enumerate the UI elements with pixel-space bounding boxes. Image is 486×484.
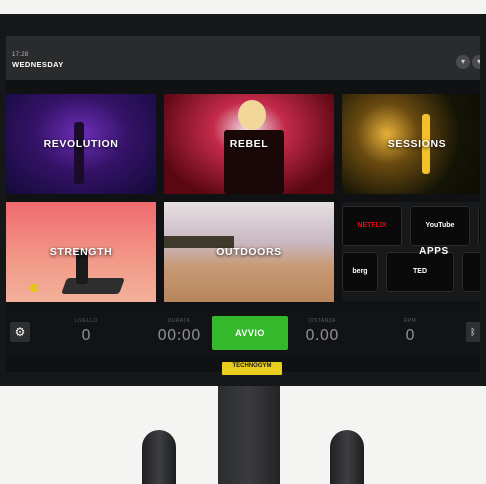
metric-caption: LIVELLO	[74, 318, 98, 324]
chevron-down-icon[interactable]: ▾	[456, 55, 470, 69]
app-berg[interactable]: berg	[342, 252, 378, 292]
app-youtube[interactable]: YouTube	[410, 206, 470, 246]
metric-value: 00:00	[157, 326, 201, 344]
touch-screen: 17:28 WEDNESDAY ▾ ▾ REVOLUTION REBEL SES…	[6, 36, 480, 372]
rider-head	[238, 100, 266, 130]
tile-apps[interactable]: NETFLIX YouTube berg TED APPS	[342, 202, 480, 302]
tile-outdoors[interactable]: OUTDOORS	[164, 202, 334, 302]
console-stem	[218, 386, 280, 484]
metric-level: LIVELLO 0	[66, 318, 106, 344]
metric-value: 0.00	[305, 326, 339, 344]
app-netflix[interactable]: NETFLIX	[342, 206, 402, 246]
tile-revolution[interactable]: REVOLUTION	[6, 94, 156, 194]
top-bar: 17:28 WEDNESDAY ▾ ▾	[6, 36, 480, 80]
metric-distance: DISTANZA 0.00	[302, 318, 342, 344]
app-ted[interactable]: TED	[386, 252, 454, 292]
tile-label: OUTDOORS	[216, 246, 282, 258]
weekday-label: WEDNESDAY	[12, 60, 64, 69]
kettlebell	[30, 284, 38, 292]
app-tile-extra[interactable]	[478, 206, 480, 246]
tile-strength[interactable]: STRENGTH	[6, 202, 156, 302]
tile-label: REVOLUTION	[43, 138, 119, 150]
metric-value: 0	[405, 326, 415, 344]
tile-sessions[interactable]: SESSIONS	[342, 94, 480, 194]
metric-caption: RPM	[403, 318, 417, 324]
gear-icon[interactable]: ⚙	[10, 322, 30, 342]
instructor-figure	[74, 122, 84, 184]
bottom-bar: ⚙ LIVELLO 0 DURATA 00:00 AVVIO DISTANZA …	[6, 310, 480, 356]
tile-rebel[interactable]: REBEL	[164, 94, 334, 194]
brand-logo: TECHNOGYM	[222, 362, 282, 375]
metric-value: 0	[81, 326, 91, 344]
tile-label: SESSIONS	[387, 138, 447, 150]
tile-label: STRENGTH	[49, 246, 113, 258]
start-button[interactable]: AVVIO	[212, 316, 288, 350]
tile-label: APPS	[419, 246, 449, 257]
app-tile-extra[interactable]	[462, 252, 480, 292]
tile-label: REBEL	[229, 138, 269, 150]
metric-caption: DISTANZA	[308, 318, 336, 324]
clock-time: 17:28	[12, 52, 29, 58]
right-handlebar	[330, 430, 364, 484]
bluetooth-icon[interactable]: ᛒ	[466, 322, 480, 342]
metric-caption: DURATA	[167, 318, 191, 324]
left-handlebar	[142, 430, 176, 484]
metric-duration: DURATA 00:00	[154, 318, 204, 344]
metric-rpm: RPM 0	[390, 318, 430, 344]
exercise-mat	[61, 278, 125, 294]
chevron-down-icon[interactable]: ▾	[472, 55, 480, 69]
